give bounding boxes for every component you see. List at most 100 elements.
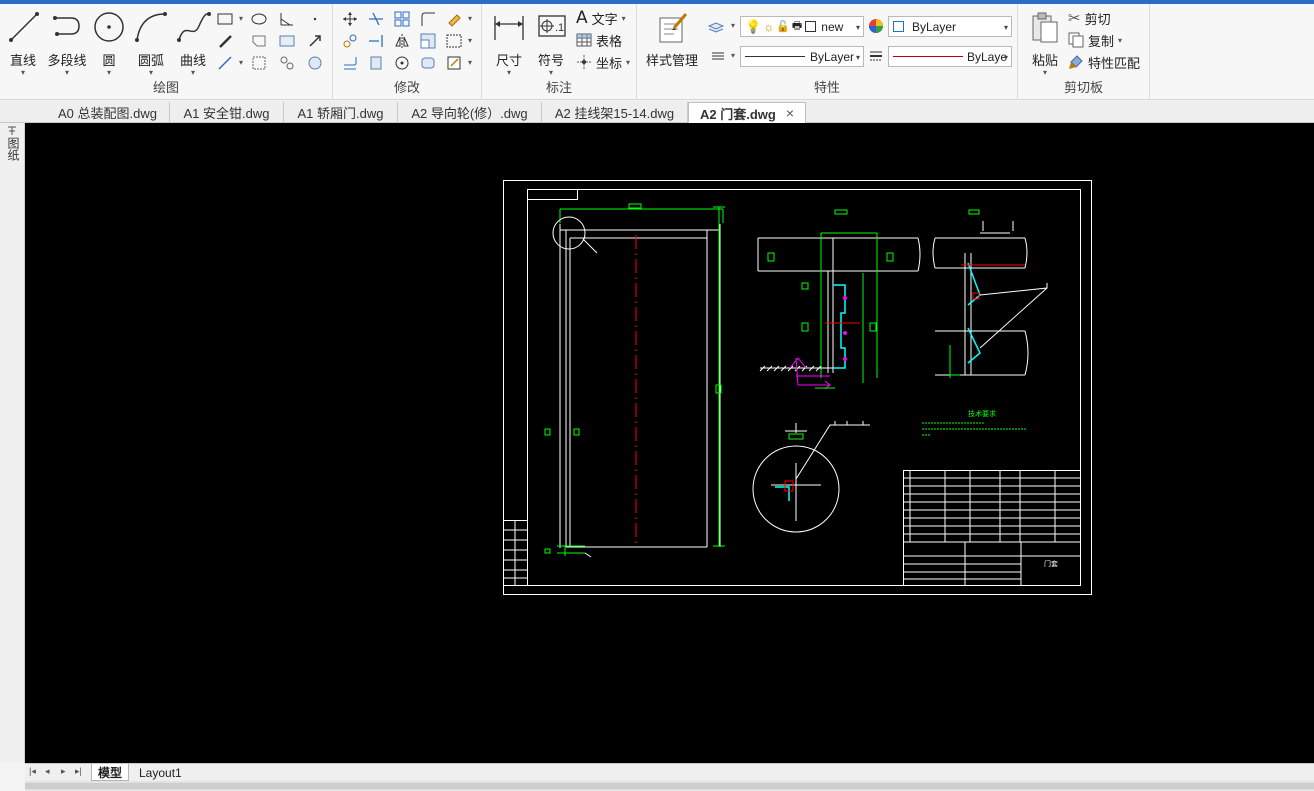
chevron-down-icon[interactable]: ▾ [239, 58, 243, 67]
doc-tab-active[interactable]: A2 门套.dwg × [688, 102, 806, 123]
first-tab-icon[interactable]: |◂ [29, 766, 36, 777]
hatch-tool[interactable] [250, 54, 270, 74]
lineweight-tool[interactable] [867, 47, 887, 67]
copy-tool[interactable] [341, 32, 361, 52]
mirror-tool[interactable] [393, 32, 413, 52]
door-frame-elevation [544, 203, 725, 558]
line-button[interactable]: 直线 ▾ [2, 8, 44, 77]
scrollbar-thumb[interactable] [25, 783, 1314, 789]
chevron-down-icon[interactable]: ▾ [622, 14, 626, 23]
drawing-panel-strip[interactable]: 图纸 [0, 123, 25, 763]
revcloud-tool[interactable] [278, 32, 298, 52]
chevron-down-icon[interactable]: ▾ [1118, 36, 1122, 45]
point-tool[interactable] [306, 10, 326, 30]
chevron-down-icon[interactable]: ▾ [2, 69, 44, 77]
circle-button[interactable]: 圆 ▾ [88, 8, 130, 77]
construction-line-tool[interactable] [216, 32, 236, 52]
color-wheel-tool[interactable] [867, 17, 887, 37]
chevron-down-icon[interactable]: ▾ [172, 69, 214, 77]
cut-button[interactable]: ✂ 剪切 [1068, 8, 1111, 28]
curve-label: 曲线 [179, 53, 206, 68]
chevron-down-icon[interactable]: ▾ [488, 69, 530, 77]
erase-tool[interactable] [445, 10, 465, 30]
lineweight-sample [893, 56, 963, 57]
scale-tool[interactable] [419, 32, 439, 52]
rotate-tool[interactable] [393, 54, 413, 74]
chevron-down-icon[interactable]: ▾ [530, 69, 572, 77]
rectangle-tool[interactable] [216, 10, 236, 30]
coordinate-button[interactable]: 坐标 ▾ [576, 52, 630, 72]
circle-icon [91, 10, 127, 44]
chevron-down-icon[interactable]: ▾ [468, 58, 472, 67]
extend-tool[interactable] [367, 32, 387, 52]
table-button[interactable]: 表格 [576, 30, 622, 50]
doc-tab-label: A2 挂线架15-14.dwg [554, 106, 675, 121]
horizontal-scrollbar[interactable] [25, 781, 1314, 791]
angle-tool[interactable] [278, 10, 298, 30]
prev-tab-icon[interactable]: ◂ [45, 766, 50, 777]
match-properties-button[interactable]: 特性匹配 [1068, 52, 1140, 72]
region-tool[interactable] [250, 32, 270, 52]
doc-tab[interactable]: A0 总装配图.dwg [46, 102, 170, 123]
text-button[interactable]: A 文字 ▾ [576, 8, 626, 28]
fillet-tool[interactable] [419, 10, 439, 30]
layer-properties-tool[interactable] [707, 17, 727, 37]
lineweight-dropdown[interactable]: ByLaye ▾ [888, 46, 1012, 67]
last-tab-icon[interactable]: ▸| [75, 766, 82, 777]
chevron-down-icon[interactable]: ▾ [468, 36, 472, 45]
explode-tool[interactable] [367, 54, 387, 74]
doc-tab[interactable]: A1 安全钳.dwg [170, 102, 284, 123]
pin-icon[interactable] [5, 123, 19, 137]
corner-tag [527, 189, 578, 200]
arc-button[interactable]: 圆弧 ▾ [130, 8, 172, 77]
edit-tool[interactable] [445, 54, 465, 74]
paste-button[interactable]: 粘贴 ▾ [1024, 8, 1066, 77]
layer-dropdown[interactable]: 💡 ☼ 🔓 🖶 new ▾ [740, 16, 864, 37]
ray-tool[interactable] [216, 54, 236, 74]
close-icon[interactable]: × [786, 105, 794, 121]
chevron-down-icon[interactable]: ▾ [44, 69, 90, 77]
drawing-canvas[interactable]: 技术要求 门套 [25, 123, 1314, 763]
block-tool[interactable] [278, 54, 298, 74]
chevron-down-icon[interactable]: ▾ [1024, 69, 1066, 77]
clipboard-group: 粘贴 ▾ ✂ 剪切 复制 ▾ 特性匹配 剪切板 [1018, 4, 1150, 100]
pointer-tool[interactable] [306, 32, 326, 52]
chevron-down-icon[interactable]: ▾ [239, 14, 243, 23]
curve-button[interactable]: 曲线 ▾ [172, 8, 214, 77]
offset-tool[interactable] [341, 54, 361, 74]
dimension-button[interactable]: 尺寸 ▾ [488, 8, 530, 77]
join-tool[interactable] [419, 54, 439, 74]
detail-view-circle [752, 421, 870, 533]
wipeout-tool[interactable] [306, 54, 326, 74]
model-tab[interactable]: 模型 [91, 764, 130, 781]
linetype-dropdown[interactable]: ByLayer ▾ [740, 46, 864, 67]
symbol-icon: .1 [533, 10, 569, 44]
layout1-tab[interactable]: Layout1 [133, 764, 188, 781]
chevron-down-icon: ▾ [855, 53, 860, 62]
list-properties-tool[interactable] [709, 47, 729, 67]
next-tab-icon[interactable]: ▸ [61, 766, 66, 777]
doc-tab[interactable]: A1 轿厢门.dwg [284, 102, 398, 123]
dimension-label: 尺寸 [495, 53, 522, 68]
chevron-down-icon[interactable]: ▾ [88, 69, 130, 77]
stretch-tool[interactable] [445, 32, 465, 52]
color-dropdown[interactable]: ByLayer ▾ [888, 16, 1012, 37]
doc-tab[interactable]: A2 挂线架15-14.dwg [542, 102, 688, 123]
move-tool[interactable] [341, 10, 361, 30]
polyline-button[interactable]: 多段线 ▾ [44, 8, 90, 77]
array-tool[interactable] [393, 10, 413, 30]
copy-button[interactable]: 复制 ▾ [1068, 30, 1122, 50]
chevron-down-icon[interactable]: ▾ [731, 51, 735, 60]
chevron-down-icon[interactable]: ▾ [626, 58, 630, 67]
chevron-down-icon[interactable]: ▾ [468, 14, 472, 23]
chevron-down-icon[interactable]: ▾ [130, 69, 172, 77]
chevron-down-icon[interactable]: ▾ [731, 21, 735, 30]
trim-tool[interactable] [367, 10, 387, 30]
section-view-a [757, 209, 921, 390]
annotate-group: 尺寸 ▾ .1 符号 ▾ A 文字 ▾ 表格 坐标 ▾ 标注 [482, 4, 637, 100]
doc-tab[interactable]: A2 导向轮(修）.dwg [398, 102, 542, 123]
symbol-button[interactable]: .1 符号 ▾ [530, 8, 572, 77]
style-manager-button[interactable]: 样式管理 [643, 8, 701, 74]
rotate-icon [395, 56, 409, 70]
ellipse-tool[interactable] [250, 10, 270, 30]
